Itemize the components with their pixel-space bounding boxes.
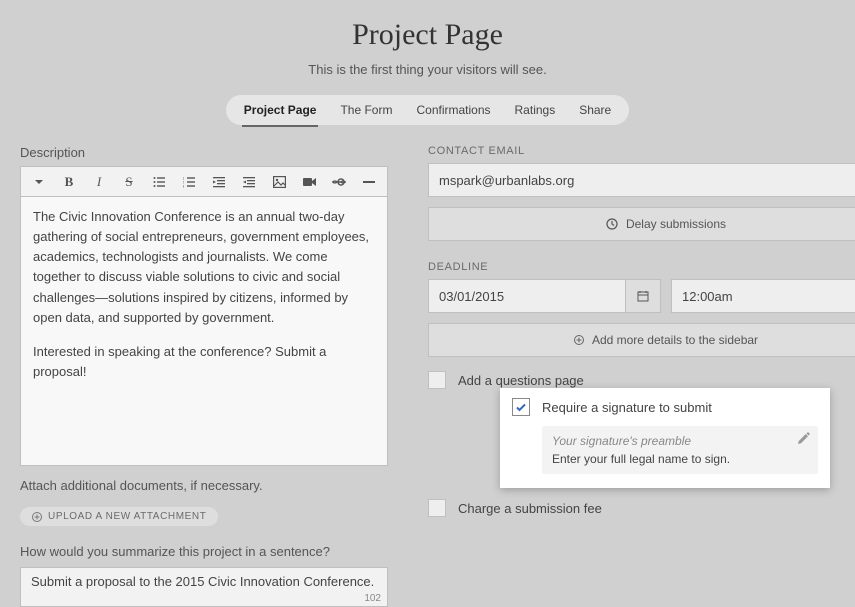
clock-icon (606, 218, 618, 230)
image-icon[interactable] (271, 174, 287, 190)
signature-checkbox[interactable] (512, 398, 530, 416)
tab-the-form[interactable]: The Form (328, 95, 404, 125)
deadline-label: DEADLINE (428, 261, 488, 273)
italic-icon[interactable]: I (91, 174, 107, 190)
video-icon[interactable] (301, 174, 317, 190)
option-questions-page[interactable]: Add a questions page (428, 371, 855, 389)
outdent-icon[interactable] (211, 174, 227, 190)
bold-icon[interactable]: B (61, 174, 77, 190)
page-subtitle: This is the first thing your visitors wi… (0, 62, 855, 77)
option-submission-fee[interactable]: Charge a submission fee (428, 499, 855, 517)
description-para-2: Interested in speaking at the conference… (33, 342, 375, 382)
add-sidebar-details-button[interactable]: Add more details to the sidebar (428, 323, 855, 357)
delay-submissions-label: Delay submissions (626, 217, 726, 231)
signature-instruction: Enter your full legal name to sign. (552, 452, 784, 466)
description-editor[interactable]: The Civic Innovation Conference is an an… (20, 196, 388, 466)
contact-email-input[interactable] (428, 163, 855, 197)
signature-option-card: Require a signature to submit Your signa… (500, 388, 830, 488)
link-icon[interactable] (331, 174, 347, 190)
tab-project-page[interactable]: Project Page (232, 95, 329, 125)
page-title: Project Page (0, 0, 855, 52)
tab-share[interactable]: Share (567, 95, 623, 125)
summary-char-remaining: 102 (364, 593, 381, 604)
edit-signature-icon[interactable] (797, 432, 810, 448)
editor-toolbar: B I S 123 (20, 166, 388, 196)
strikethrough-icon[interactable]: S (121, 174, 137, 190)
tabs: Project Page The Form Confirmations Rati… (0, 95, 855, 125)
option-require-signature[interactable]: Require a signature to submit (512, 398, 818, 416)
hr-icon[interactable] (361, 174, 377, 190)
plus-icon (32, 512, 42, 522)
summary-value: Submit a proposal to the 2015 Civic Inno… (31, 574, 374, 589)
check-icon (515, 401, 527, 413)
contact-email-label: CONTACT EMAIL (428, 145, 855, 157)
ol-icon[interactable]: 123 (181, 174, 197, 190)
upload-attachment-label: UPLOAD A NEW ATTACHMENT (48, 511, 206, 522)
upload-attachment-button[interactable]: UPLOAD A NEW ATTACHMENT (20, 507, 218, 526)
signature-settings-panel: Your signature's preamble Enter your ful… (542, 426, 818, 474)
plus-icon (574, 335, 584, 345)
description-para-1: The Civic Innovation Conference is an an… (33, 207, 375, 328)
tab-ratings[interactable]: Ratings (503, 95, 568, 125)
format-dropdown-icon[interactable] (31, 174, 47, 190)
fee-label: Charge a submission fee (458, 501, 602, 516)
questions-checkbox[interactable] (428, 371, 446, 389)
attach-label: Attach additional documents, if necessar… (20, 478, 388, 493)
indent-icon[interactable] (241, 174, 257, 190)
tab-confirmations[interactable]: Confirmations (404, 95, 502, 125)
description-label: Description (20, 145, 388, 160)
signature-label: Require a signature to submit (542, 400, 712, 415)
deadline-date-input[interactable] (428, 279, 625, 313)
delay-submissions-button[interactable]: Delay submissions (428, 207, 855, 241)
ul-icon[interactable] (151, 174, 167, 190)
signature-preamble-input[interactable]: Your signature's preamble (552, 434, 784, 448)
svg-text:3: 3 (183, 183, 185, 188)
questions-label: Add a questions page (458, 373, 584, 388)
add-sidebar-details-label: Add more details to the sidebar (592, 333, 758, 347)
deadline-time-input[interactable] (671, 279, 855, 313)
summary-label: How would you summarize this project in … (20, 544, 388, 559)
fee-checkbox[interactable] (428, 499, 446, 517)
calendar-icon[interactable] (625, 279, 661, 313)
summary-input[interactable]: Submit a proposal to the 2015 Civic Inno… (20, 567, 388, 607)
